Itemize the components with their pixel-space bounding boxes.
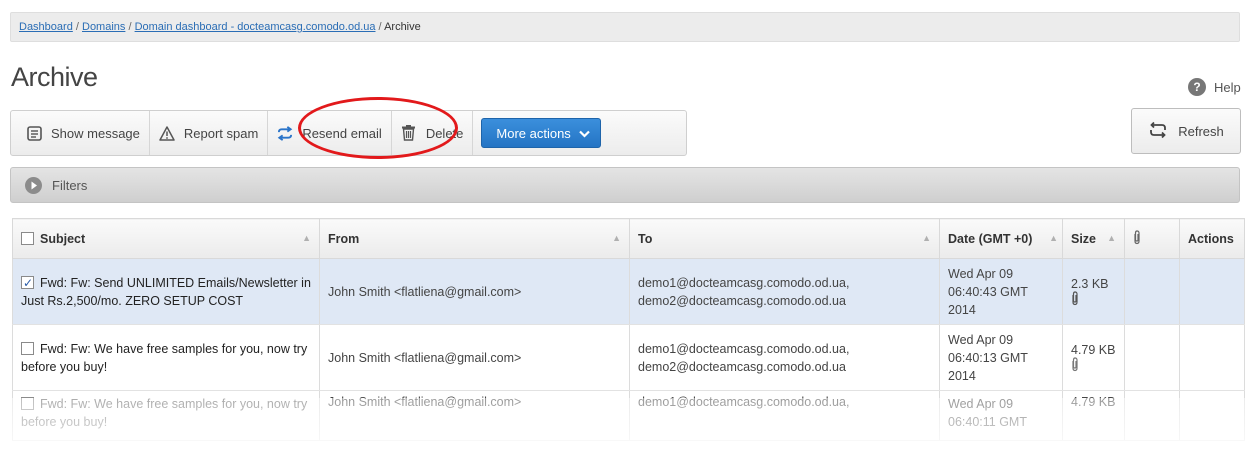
row-checkbox[interactable]: [21, 397, 34, 410]
help-label: Help: [1214, 79, 1241, 95]
breadcrumb-separator: /: [125, 21, 135, 33]
report-spam-button[interactable]: Report spam: [150, 111, 269, 155]
cell-actions: [1179, 324, 1245, 391]
size-value: 4.79 KB: [1071, 343, 1116, 357]
cell-subject: Fwd: Fw: We have free samples for you, n…: [12, 390, 320, 441]
column-header-size-label: Size: [1071, 231, 1097, 246]
sort-icon: ▲: [1107, 233, 1116, 243]
column-header-from-label: From: [328, 231, 360, 246]
page-title: Archive: [11, 62, 98, 92]
cell-size: 4.79 KB: [1062, 324, 1125, 391]
column-header-subject-label: Subject: [40, 231, 86, 246]
subject-text: Fwd: Fw: We have free samples for you, n…: [21, 397, 308, 429]
sort-icon: ▲: [302, 233, 311, 243]
cell-to: demo1@docteamcasg.comodo.od.ua,: [629, 390, 940, 441]
delete-button[interactable]: Delete: [392, 111, 474, 155]
cell-attachment: [1124, 390, 1180, 441]
filters-label: Filters: [52, 177, 88, 193]
cell-date: Wed Apr 09 06:40:11 GMT: [939, 390, 1063, 441]
show-message-button[interactable]: Show message: [17, 111, 150, 155]
breadcrumb-separator: /: [375, 21, 385, 33]
row-checkbox[interactable]: [21, 274, 34, 292]
filters-toggle[interactable]: Filters: [10, 167, 1240, 203]
table-row[interactable]: Fwd: Fw: Send UNLIMITED Emails/Newslette…: [12, 258, 1245, 325]
breadcrumb-separator: /: [72, 21, 82, 33]
more-actions-dropdown[interactable]: More actions: [481, 118, 601, 148]
help-link[interactable]: ? Help: [1188, 78, 1241, 96]
table-header-row: Subject ▲ From ▲ To ▲ Date (GMT +0) ▲ Size ▲ …: [12, 218, 1245, 259]
cell-subject: Fwd: Fw: We have free samples for you, n…: [12, 324, 320, 391]
refresh-button[interactable]: Refresh: [1131, 108, 1241, 154]
warning-icon: [159, 125, 175, 141]
sort-icon: ▲: [922, 233, 931, 243]
cell-size: 2.3 KB: [1062, 258, 1125, 325]
breadcrumb: Dashboard / Domains / Domain dashboard -…: [10, 12, 1240, 42]
cell-from: John Smith <flatliena@gmail.com>: [319, 390, 630, 441]
column-header-to[interactable]: To ▲: [629, 218, 940, 259]
expand-arrow-icon: [25, 176, 42, 194]
cell-date: Wed Apr 09 06:40:43 GMT 2014: [939, 258, 1063, 325]
resend-icon: [277, 125, 293, 141]
column-header-attachment[interactable]: [1124, 218, 1180, 259]
subject-text: Fwd: Fw: Send UNLIMITED Emails/Newslette…: [21, 275, 311, 308]
refresh-label: Refresh: [1178, 123, 1224, 139]
row-checkbox[interactable]: [21, 341, 34, 355]
column-header-date-label: Date (GMT +0): [948, 231, 1033, 246]
table-row[interactable]: Fwd: Fw: We have free samples for you, n…: [12, 390, 1245, 441]
archive-table: Subject ▲ From ▲ To ▲ Date (GMT +0) ▲ Size ▲ …: [12, 218, 1245, 441]
paperclip-icon: [1133, 229, 1141, 248]
paperclip-icon: [1071, 291, 1079, 306]
column-header-subject[interactable]: Subject ▲: [12, 218, 320, 259]
more-actions-label: More actions: [496, 125, 571, 141]
table-row[interactable]: Fwd: Fw: We have free samples for you, n…: [12, 324, 1245, 391]
cell-actions: [1179, 390, 1245, 441]
column-header-date[interactable]: Date (GMT +0) ▲: [939, 218, 1063, 259]
breadcrumb-domains-link[interactable]: Domains: [82, 21, 125, 33]
cell-from: John Smith <flatliena@gmail.com>: [319, 258, 630, 325]
resend-email-label: Resend email: [302, 125, 382, 141]
column-header-size[interactable]: Size ▲: [1062, 218, 1125, 259]
delete-label: Delete: [425, 125, 464, 141]
help-icon: ?: [1188, 78, 1206, 96]
column-header-actions-label: Actions: [1188, 231, 1234, 246]
cell-attachment: [1124, 258, 1180, 325]
cell-actions: [1179, 258, 1245, 325]
cell-date: Wed Apr 09 06:40:13 GMT 2014: [939, 324, 1063, 391]
chevron-down-icon: [579, 126, 590, 141]
trash-icon: [401, 125, 417, 141]
breadcrumb-dashboard-link[interactable]: Dashboard: [19, 21, 73, 33]
cell-to: demo1@docteamcasg.comodo.od.ua, demo2@do…: [629, 324, 940, 391]
report-spam-label: Report spam: [183, 125, 259, 141]
size-value: 2.3 KB: [1071, 277, 1109, 291]
cell-size: 4.79 KB: [1062, 390, 1125, 441]
show-message-label: Show message: [51, 125, 140, 141]
cell-attachment: [1124, 324, 1180, 391]
column-header-actions: Actions: [1179, 218, 1245, 259]
select-all-checkbox[interactable]: [21, 231, 34, 245]
breadcrumb-domain-dashboard-link[interactable]: Domain dashboard - docteamcasg.comodo.od…: [135, 21, 376, 33]
refresh-icon: [1148, 121, 1168, 142]
size-value: 4.79 KB: [1071, 395, 1116, 409]
sort-icon: ▲: [1049, 233, 1058, 243]
column-header-to-label: To: [638, 231, 653, 246]
column-header-from[interactable]: From ▲: [319, 218, 630, 259]
resend-email-button[interactable]: Resend email: [268, 111, 392, 155]
action-toolbar: Show message Report spam Resend email De…: [10, 110, 687, 156]
cell-from: John Smith <flatliena@gmail.com>: [319, 324, 630, 391]
message-icon: [26, 125, 42, 141]
subject-text: Fwd: Fw: We have free samples for you, n…: [21, 341, 308, 374]
cell-subject: Fwd: Fw: Send UNLIMITED Emails/Newslette…: [12, 258, 320, 325]
breadcrumb-current: Archive: [384, 21, 421, 33]
sort-icon: ▲: [612, 233, 621, 243]
cell-to: demo1@docteamcasg.comodo.od.ua, demo2@do…: [629, 258, 940, 325]
paperclip-icon: [1071, 357, 1079, 372]
